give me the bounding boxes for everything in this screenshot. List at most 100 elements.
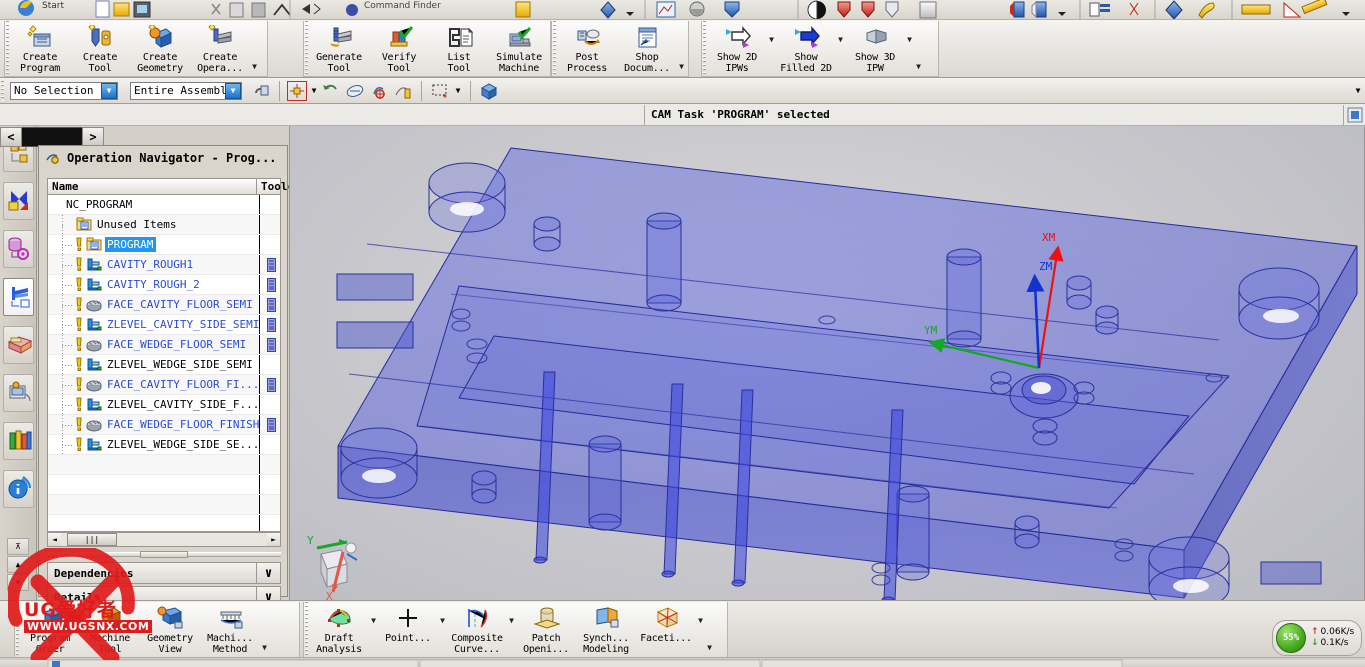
chevron-down-icon[interactable]: ▼ [225, 82, 241, 99]
sidebar-scroll-down[interactable]: ▼ [7, 574, 29, 591]
ipw-toolbar-item-show-3d-ipw[interactable]: Show 3D IPW [845, 21, 905, 76]
tree-row[interactable]: ZLEVEL_WEDGE_SIDE_SEMI [48, 355, 280, 375]
analysis-toolbar-item-draft-analysis[interactable]: Draft Analysis [309, 602, 369, 657]
tree-row[interactable]: CAVITY_ROUGH_2 [48, 275, 280, 295]
insert-toolbar-item-create-geometry[interactable]: Create Geometry [130, 21, 190, 76]
ipw-toolbar[interactable]: Show 2D IPWs ▼ Show Filled 2D ▼ Show 3D IPW ▼ ▼ [701, 21, 939, 77]
chevron-down-icon[interactable]: ▼ [101, 82, 117, 99]
capture-icon[interactable] [345, 81, 365, 101]
analysis-toolbar-item-faceti[interactable]: Faceti... [636, 602, 696, 657]
toolbar-overflow-chevron[interactable]: ▼ [677, 62, 686, 76]
selection-filter-combo[interactable]: No Selection Fi ▼ [10, 81, 118, 100]
cam-view-toolbar-item-machine-tool[interactable]: Machine Tool [80, 602, 140, 657]
sidebar-scroll-up[interactable]: ▲ [7, 556, 29, 573]
operation-toolbar-item-generate-tool[interactable]: Generate Tool [309, 21, 369, 76]
dependencies-panel-header[interactable]: Dependencies ∨ [47, 562, 281, 584]
chevron-down-icon[interactable]: ▼ [696, 616, 705, 643]
analysis-toolbar-item-patch-openi[interactable]: Patch Openi... [516, 602, 576, 657]
chevron-down-icon[interactable]: ▼ [438, 616, 447, 643]
operation-tree[interactable]: NC_PROGRAM Unused Items PROGRAM CAVITY_RO… [47, 195, 281, 532]
top-icon-strip[interactable]: Start Command Finder [0, 0, 1365, 20]
wcs-dynamics-icon[interactable] [369, 81, 389, 101]
nav-back-button[interactable]: < [0, 127, 22, 147]
chevron-down-icon[interactable]: ▼ [767, 35, 776, 62]
scroll-thumb[interactable]: ||| [67, 533, 117, 546]
resource-bar-history-palette[interactable] [3, 422, 34, 460]
toolbar-overflow-chevron[interactable]: ▼ [250, 62, 259, 76]
analysis-toolbar-item-composite-curve[interactable]: Composite Curve... [447, 602, 507, 657]
undo-icon[interactable] [321, 81, 341, 101]
top-border-face-icon[interactable] [479, 81, 499, 101]
ipw-toolbar-item-show-filled-2d[interactable]: Show Filled 2D [776, 21, 836, 76]
tree-row[interactable]: FACE_WEDGE_FLOOR_FINISH [48, 415, 280, 435]
insert-toolbar[interactable]: Create Program Create Tool Create Geometry … [4, 21, 268, 77]
chevron-down-icon[interactable]: ▼ [836, 35, 845, 62]
insert-toolbar-item-create-tool[interactable]: Create Tool [70, 21, 130, 76]
toolbar-grip[interactable] [304, 21, 309, 76]
chevron-down-icon[interactable]: ▼ [369, 616, 378, 643]
tree-row[interactable]: PROGRAM [48, 235, 280, 255]
output-toolbar-item-post-process[interactable]: Post Process [557, 21, 617, 76]
toolbar-overflow-chevron[interactable]: ▼ [260, 643, 269, 657]
move-object-icon[interactable] [393, 81, 413, 101]
operation-toolbar-item-list-tool[interactable]: List Tool [429, 21, 489, 76]
scroll-right-arrow[interactable]: ► [267, 533, 280, 546]
bottom-toolbar-row[interactable]: Program Order Machine Tool Geometry View Ma… [0, 600, 1365, 660]
snap-point-dropdown[interactable]: ▼ [309, 86, 319, 95]
nav-forward-button[interactable]: > [82, 127, 104, 147]
assembly-selection-icon[interactable] [252, 81, 272, 101]
resource-bar-reuse-library[interactable] [3, 326, 34, 364]
selbar-overflow[interactable]: ▼ [1351, 86, 1365, 95]
output-toolbar-item-shop-docum[interactable]: Shop Docum... [617, 21, 677, 76]
cam-view-toolbar-item-geometry-view[interactable]: Geometry View [140, 602, 200, 657]
rect-select-dropdown[interactable]: ▼ [452, 86, 464, 95]
toolbar-overflow-chevron[interactable]: ▼ [705, 643, 714, 657]
resource-bar-web-browser[interactable] [3, 374, 34, 412]
operation-toolbar-item-verify-tool[interactable]: Verify Tool [369, 21, 429, 76]
toolbar-grip[interactable] [702, 21, 707, 76]
operation-navigator-panel[interactable]: Operation Navigator - Prog... Name Toolc… [38, 145, 294, 608]
toolbar-grip[interactable] [552, 21, 557, 76]
resource-bar[interactable]: ⊼ ▲ ▼ [0, 126, 37, 634]
model-canvas[interactable]: XM YM ZM Y X [289, 126, 1365, 634]
ipw-toolbar-item-show-2d-ipws[interactable]: Show 2D IPWs [707, 21, 767, 76]
chevron-down-icon[interactable]: ∨ [256, 563, 280, 583]
analysis-toolbar-item-point[interactable]: Point... [378, 602, 438, 657]
navigator-table[interactable]: Name Toolc NC_PROGRAM Unused Items PROGRA… [47, 178, 294, 640]
tree-horizontal-scrollbar[interactable]: ◄ ||| ► [47, 532, 281, 547]
cam-view-toolbar[interactable]: Program Order Machine Tool Geometry View Ma… [14, 602, 300, 658]
tree-row[interactable]: CAVITY_ROUGH1 [48, 255, 280, 275]
resource-bar-constraint-navigator[interactable] [3, 182, 34, 220]
tree-row[interactable]: ZLEVEL_CAVITY_SIDE_SEMI [48, 315, 280, 335]
column-header-name[interactable]: Name [48, 179, 257, 194]
chevron-down-icon[interactable]: ▼ [905, 35, 914, 62]
tree-row[interactable]: ZLEVEL_WEDGE_SIDE_SE... [48, 435, 280, 455]
tree-row[interactable]: NC_PROGRAM [48, 195, 280, 215]
analysis-toolbar-item-synch-modeling[interactable]: Synch... Modeling [576, 602, 636, 657]
insert-toolbar-item-create-opera[interactable]: Create Opera... [190, 21, 250, 76]
main-ribbon[interactable]: Create Program Create Tool Create Geometry … [0, 20, 1365, 78]
rectangle-select-icon[interactable] [430, 81, 450, 101]
tree-row[interactable]: FACE_CAVITY_FLOOR_FI... [48, 375, 280, 395]
resource-bar-part-navigator[interactable] [3, 230, 34, 268]
chevron-down-icon[interactable]: ▼ [507, 616, 516, 643]
toolbar-grip[interactable] [5, 21, 10, 76]
analysis-toolbar[interactable]: Draft Analysis ▼ Point... ▼ Composite Curve..… [303, 602, 728, 658]
sidebar-collapse-top[interactable]: ⊼ [7, 538, 29, 555]
output-toolbar[interactable]: Post Process Shop Docum... ▼ [551, 21, 689, 77]
toolbar-grip[interactable] [304, 602, 309, 657]
graphics-viewport[interactable]: XM YM ZM Y X [289, 126, 1365, 634]
cam-view-toolbar-item-machi-method[interactable]: Machi... Method [200, 602, 260, 657]
tree-row[interactable]: Unused Items [48, 215, 280, 235]
snap-point-icon[interactable] [287, 80, 307, 101]
navigator-splitter[interactable] [47, 550, 281, 558]
operation-toolbar[interactable]: Generate Tool Verify Tool List Tool Simulat… [303, 21, 551, 77]
selection-toolbar[interactable]: No Selection Fi ▼ Entire Assembly ▼ ▼ ▼ … [0, 78, 1365, 104]
tree-row[interactable]: FACE_WEDGE_FLOOR_SEMI [48, 335, 280, 355]
cam-view-toolbar-item-program-order[interactable]: Program Order [20, 602, 80, 657]
tree-row[interactable]: ZLEVEL_CAVITY_SIDE_F... [48, 395, 280, 415]
scroll-left-arrow[interactable]: ◄ [48, 533, 61, 546]
operation-toolbar-item-simulate-machine[interactable]: Simulate Machine [489, 21, 549, 76]
resource-bar-ug-help[interactable] [3, 470, 34, 508]
tree-row[interactable]: FACE_CAVITY_FLOOR_SEMI [48, 295, 280, 315]
